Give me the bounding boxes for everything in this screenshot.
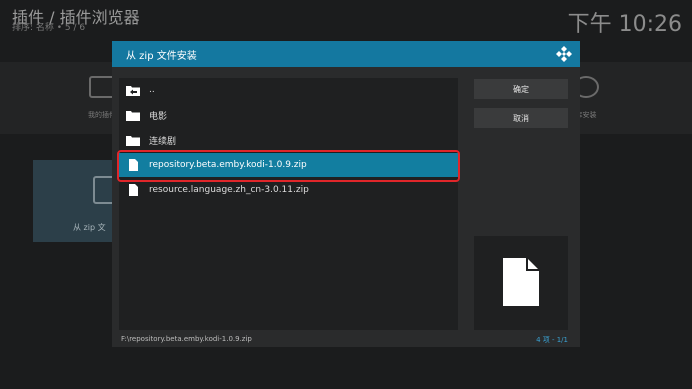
item-label: 电影: [149, 111, 168, 122]
item-count: 4 项 - 1/1: [536, 336, 568, 344]
file-preview: [474, 236, 568, 330]
cancel-button[interactable]: 取消: [474, 108, 568, 128]
file-list: .. 电影 连续剧 repository.beta.emby.kodi-1.0.…: [119, 78, 458, 330]
file-icon: [503, 258, 539, 306]
list-item-movies[interactable]: 电影: [119, 103, 458, 127]
folder-icon: [126, 111, 140, 121]
current-path: F:\repository.beta.emby.kodi-1.0.9.zip: [121, 335, 252, 343]
list-item-tvshows[interactable]: 连续剧: [119, 128, 458, 152]
dialog-header: 从 zip 文件安装: [112, 41, 580, 67]
list-item-parent[interactable]: ..: [119, 78, 458, 102]
item-label: 连续剧: [149, 136, 177, 147]
folder-up-icon: [126, 86, 140, 96]
item-label: resource.language.zh_cn-3.0.11.zip: [149, 185, 309, 195]
folder-icon: [126, 136, 140, 146]
sort-info: 排序: 名称 • 5 / 6: [12, 23, 86, 33]
selection-highlight-annotation: [117, 150, 460, 182]
kodi-logo-icon: [556, 46, 572, 62]
install-from-zip-dialog: 从 zip 文件安装 .. 电影 连续剧 repository.beta.emb…: [112, 41, 580, 347]
dialog-title: 从 zip 文件安装: [126, 51, 197, 62]
file-icon: [129, 184, 138, 196]
install-from-zip-tile[interactable]: 从 zip 文: [33, 160, 123, 242]
clock: 下午 10:26: [567, 12, 682, 37]
tile-label: 从 zip 文: [73, 223, 106, 232]
item-label: ..: [149, 85, 155, 95]
ok-button[interactable]: 确定: [474, 79, 568, 99]
